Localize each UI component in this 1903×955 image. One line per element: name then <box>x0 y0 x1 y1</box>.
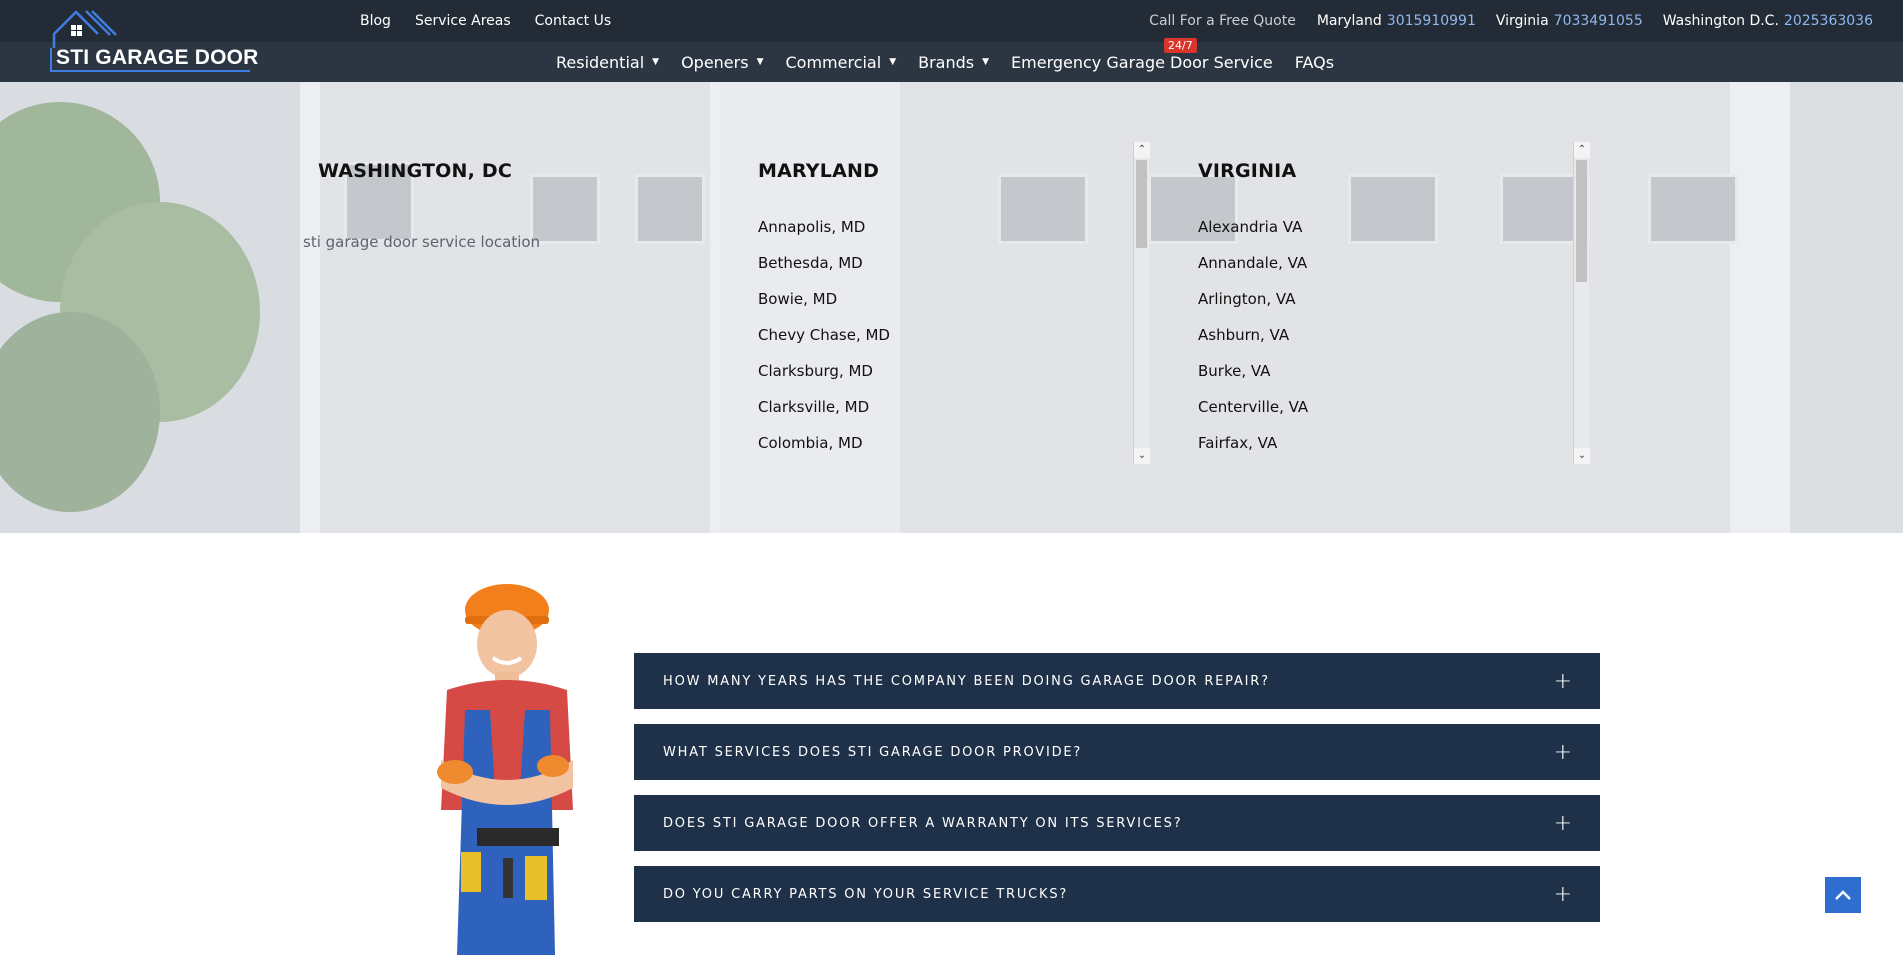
faq-item[interactable]: DOES STI GARAGE DOOR OFFER A WARRANTY ON… <box>634 795 1600 851</box>
service-locations-section: WASHINGTON, DC sti garage door service l… <box>0 82 1903 533</box>
scroll-up-icon[interactable]: ⌃ <box>1574 142 1590 158</box>
top-link-blog[interactable]: Blog <box>360 13 391 29</box>
list-item[interactable]: Annandale, VA <box>1198 245 1528 281</box>
nav-emergency-service[interactable]: Emergency Garage Door Service <box>1011 53 1273 72</box>
logo-underline <box>50 70 250 72</box>
badge-24-7: 24/7 <box>1164 38 1197 53</box>
region-maryland: Maryland <box>1316 13 1382 29</box>
nav-label: Commercial <box>785 52 882 72</box>
faq-item[interactable]: HOW MANY YEARS HAS THE COMPANY BEEN DOIN… <box>634 653 1600 709</box>
plus-icon[interactable]: + <box>1554 669 1572 694</box>
plus-icon[interactable]: + <box>1554 811 1572 836</box>
maryland-locations-list[interactable]: Annapolis, MD Bethesda, MD Bowie, MD Che… <box>758 209 1088 529</box>
list-item[interactable]: Clarksville, MD <box>758 389 1088 425</box>
nav-openers[interactable]: Openers ▼ <box>681 53 763 72</box>
scroll-up-icon[interactable]: ⌃ <box>1134 142 1150 158</box>
faq-question: DOES STI GARAGE DOOR OFFER A WARRANTY ON… <box>663 815 1183 831</box>
nav-label: Residential <box>556 52 645 72</box>
virginia-list-scrollbar[interactable]: ⌃ ⌄ <box>1573 142 1590 464</box>
main-nav: Residential ▼ Openers ▼ Commercial ▼ Bra… <box>556 42 1334 82</box>
title-maryland: MARYLAND <box>758 160 880 182</box>
list-item[interactable]: Bowie, MD <box>758 281 1088 317</box>
region-washington-dc: Washington D.C. <box>1662 13 1779 29</box>
dc-location-image-alt: sti garage door service location <box>303 233 541 251</box>
phone-maryland[interactable]: 3015910991 <box>1387 13 1476 29</box>
scroll-down-icon[interactable]: ⌄ <box>1134 448 1150 464</box>
caret-down-icon: ▼ <box>756 57 764 67</box>
virginia-locations-list[interactable]: Alexandria VA Annandale, VA Arlington, V… <box>1198 209 1528 529</box>
nav-label: Brands <box>918 52 975 72</box>
phone-washington-dc[interactable]: 2025363036 <box>1784 13 1873 29</box>
list-item[interactable]: Bethesda, MD <box>758 245 1088 281</box>
faq-item[interactable]: WHAT SERVICES DOES STI GARAGE DOOR PROVI… <box>634 724 1600 780</box>
scroll-down-icon[interactable]: ⌄ <box>1574 448 1590 464</box>
nav-label: Emergency Garage Door Service <box>1011 52 1273 72</box>
logo-text: STI GARAGE DOOR <box>56 46 259 69</box>
technician-image <box>437 584 573 955</box>
region-virginia: Virginia <box>1495 13 1549 29</box>
list-item[interactable]: Centerville, VA <box>1198 389 1528 425</box>
plus-icon[interactable]: + <box>1554 740 1572 765</box>
nav-brands[interactable]: Brands ▼ <box>918 53 989 72</box>
nav-commercial[interactable]: Commercial ▼ <box>785 53 896 72</box>
list-item[interactable]: Burke, VA <box>1198 353 1528 389</box>
list-item[interactable]: Colombia, MD <box>758 425 1088 461</box>
chevron-up-icon <box>1835 890 1851 900</box>
list-item[interactable]: Alexandria VA <box>1198 209 1528 245</box>
maryland-list-scrollbar[interactable]: ⌃ ⌄ <box>1133 142 1150 464</box>
faq-item[interactable]: DO YOU CARRY PARTS ON YOUR SERVICE TRUCK… <box>634 866 1600 922</box>
caret-down-icon: ▼ <box>652 57 660 67</box>
top-links: Blog Service Areas Contact Us <box>360 0 611 42</box>
free-quote-contacts: Call For a Free Quote Maryland 301591099… <box>1149 0 1873 42</box>
nav-residential[interactable]: Residential ▼ <box>556 53 659 72</box>
caret-down-icon: ▼ <box>982 57 990 67</box>
list-item[interactable]: Fairfax, VA <box>1198 425 1528 461</box>
title-virginia: VIRGINIA <box>1198 160 1297 182</box>
caret-down-icon: ▼ <box>889 57 897 67</box>
faq-question: HOW MANY YEARS HAS THE COMPANY BEEN DOIN… <box>663 673 1270 689</box>
list-item[interactable]: Chevy Chase, MD <box>758 317 1088 353</box>
scrollbar-thumb[interactable] <box>1136 160 1147 248</box>
nav-faqs[interactable]: FAQs <box>1295 53 1334 72</box>
list-item[interactable]: Ashburn, VA <box>1198 317 1528 353</box>
top-link-service-areas[interactable]: Service Areas <box>415 13 511 29</box>
faq-question: WHAT SERVICES DOES STI GARAGE DOOR PROVI… <box>663 744 1083 760</box>
scrollbar-thumb[interactable] <box>1576 160 1587 282</box>
list-item[interactable]: Clarksburg, MD <box>758 353 1088 389</box>
nav-label: Openers <box>681 52 749 72</box>
title-washington-dc: WASHINGTON, DC <box>318 160 512 182</box>
list-item[interactable]: Arlington, VA <box>1198 281 1528 317</box>
top-link-contact-us[interactable]: Contact Us <box>535 13 611 29</box>
nav-label: FAQs <box>1294 52 1335 72</box>
faq-question: DO YOU CARRY PARTS ON YOUR SERVICE TRUCK… <box>663 886 1069 902</box>
phone-virginia[interactable]: 7033491055 <box>1554 13 1643 29</box>
quote-label: Call For a Free Quote <box>1149 13 1296 29</box>
plus-icon[interactable]: + <box>1554 882 1572 907</box>
site-logo[interactable]: STI GARAGE DOOR <box>48 8 258 74</box>
list-item[interactable]: Annapolis, MD <box>758 209 1088 245</box>
back-to-top-button[interactable] <box>1825 877 1861 913</box>
